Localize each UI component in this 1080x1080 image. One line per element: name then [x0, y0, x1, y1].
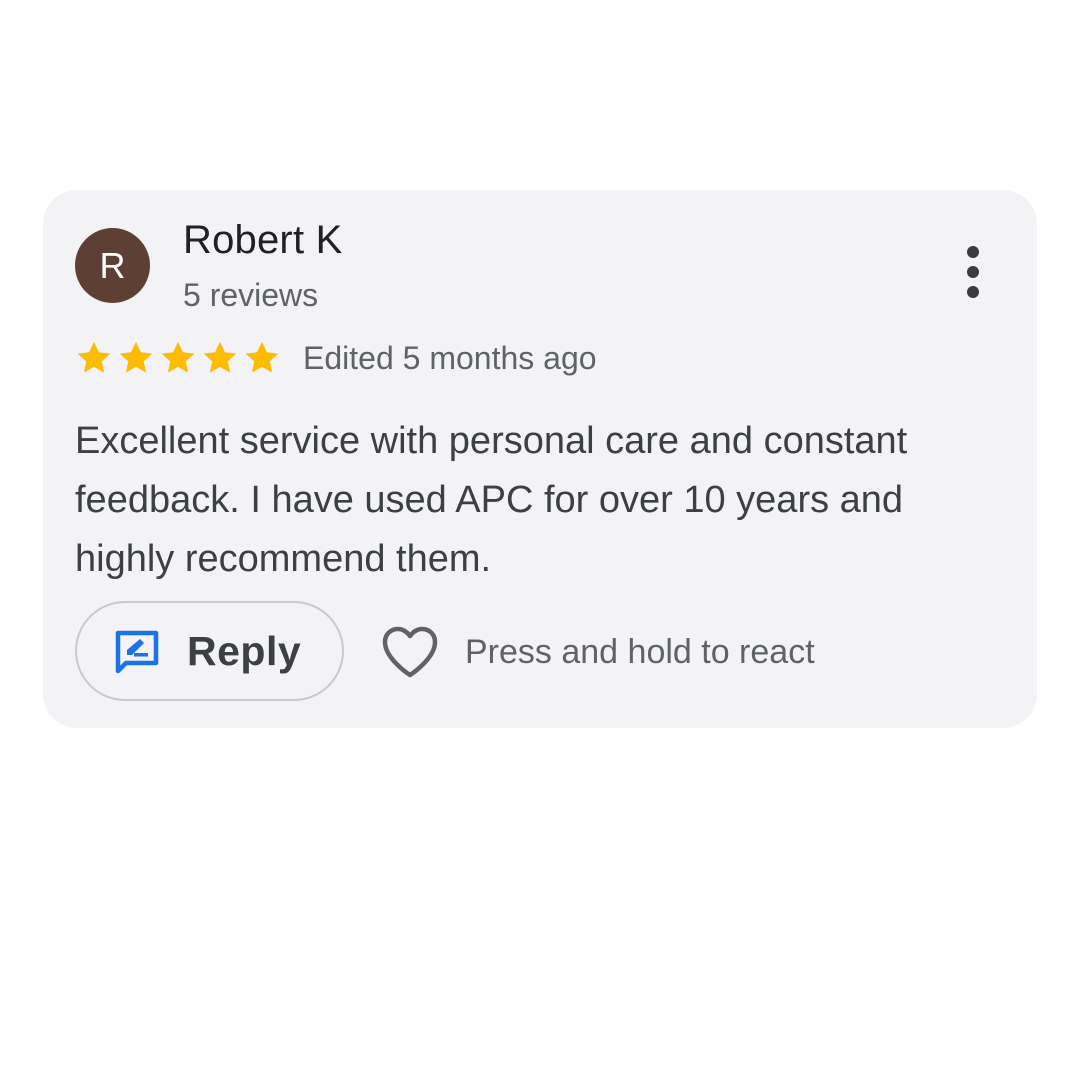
more-options-icon[interactable]: [953, 246, 993, 298]
rating-row: Edited 5 months ago: [75, 336, 597, 380]
edited-timestamp: Edited 5 months ago: [303, 339, 597, 376]
avatar[interactable]: R: [75, 228, 150, 303]
reply-button[interactable]: Reply: [75, 601, 344, 701]
more-dot: [967, 246, 979, 258]
star-icon: [119, 341, 153, 373]
heart-outline-icon[interactable]: [381, 625, 439, 679]
star-rating: [75, 339, 281, 377]
more-dot: [967, 286, 979, 298]
react-hint: Press and hold to react: [465, 632, 815, 671]
reply-label: Reply: [187, 627, 302, 674]
avatar-initial: R: [99, 244, 126, 286]
star-icon: [245, 341, 279, 373]
star-icon: [77, 341, 111, 373]
review-card: R Robert K 5 reviews Edited 5 months ago…: [43, 190, 1037, 728]
star-icon: [161, 341, 195, 373]
review-text: Excellent service with personal care and…: [75, 420, 908, 580]
author-name[interactable]: Robert K: [183, 218, 342, 263]
react-area[interactable]: Press and hold to react: [381, 624, 815, 680]
star-icon: [203, 341, 237, 373]
author-review-count: 5 reviews: [183, 277, 319, 313]
reply-edit-icon: [115, 630, 159, 674]
more-dot: [967, 266, 979, 278]
